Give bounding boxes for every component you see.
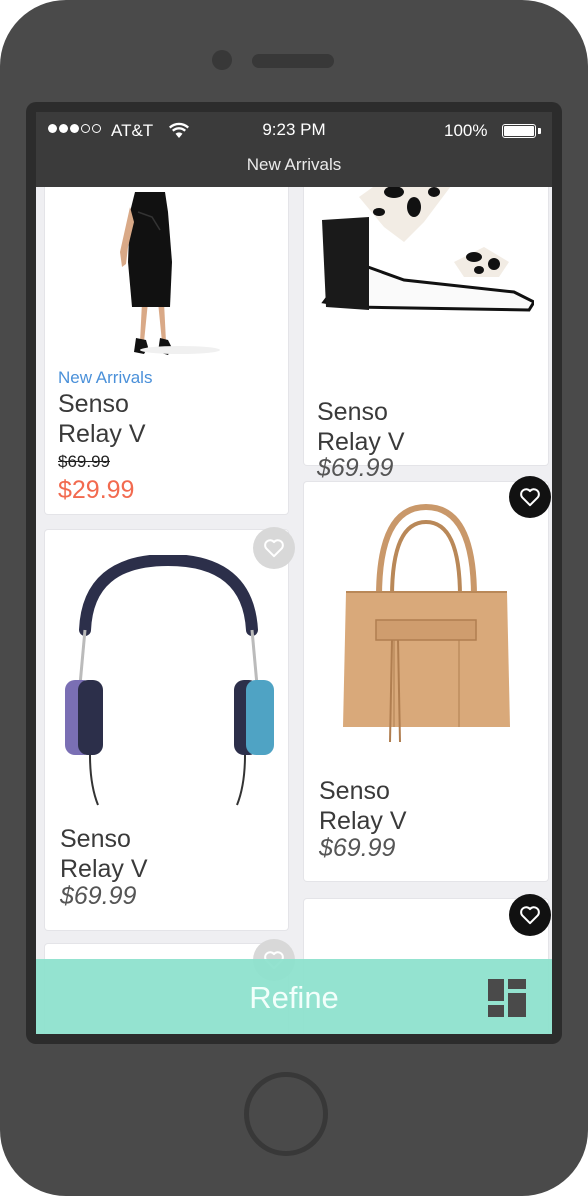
screen: AT&T 9:23 PM 100% New Arrivals New Arriv…: [36, 112, 552, 1034]
product-name-line: Relay V: [58, 420, 146, 448]
original-price: $69.99: [58, 452, 110, 471]
product-card[interactable]: New Arrivals Senso Relay V $69.99 $29.99: [45, 152, 288, 514]
headphones-image: [65, 555, 274, 806]
product-name-line: Senso: [319, 777, 390, 805]
product-name-line: Relay V: [60, 855, 148, 883]
product-name-line: Relay V: [317, 428, 405, 456]
product-name: Senso Relay V: [317, 397, 405, 457]
heart-outline-icon: [520, 488, 540, 507]
battery-icon: [502, 124, 536, 138]
product-price: $69.99: [317, 454, 394, 482]
app-header: AT&T 9:23 PM 100% New Arrivals: [36, 112, 552, 187]
home-button[interactable]: [244, 1072, 328, 1156]
heart-outline-icon: [264, 539, 284, 558]
refine-button[interactable]: Refine: [36, 959, 552, 1034]
product-name-line: Relay V: [319, 807, 407, 835]
favorite-button[interactable]: [509, 476, 551, 518]
product-card[interactable]: Senso Relay V $69.99: [304, 482, 548, 881]
tan-tote-image: [343, 503, 510, 743]
product-card[interactable]: Senso Relay V $69.99: [45, 527, 295, 930]
battery-percentage: 100%: [444, 121, 488, 140]
phone-frame: AT&T 9:23 PM 100% New Arrivals New Arriv…: [0, 0, 588, 1196]
sale-price: $29.99: [58, 476, 135, 504]
refine-label: Refine: [249, 980, 339, 1015]
page-title: New Arrivals: [246, 155, 342, 174]
favorite-button[interactable]: [253, 527, 295, 569]
product-name: Senso Relay V: [319, 776, 407, 836]
product-name: Senso Relay V: [60, 824, 148, 884]
product-name-line: Senso: [58, 390, 129, 418]
new-arrivals-tag: New Arrivals: [58, 368, 153, 387]
product-name: Senso Relay V: [58, 389, 146, 449]
layout-grid-icon[interactable]: [488, 979, 526, 1017]
product-name-line: Senso: [317, 398, 388, 426]
product-name-line: Senso: [60, 825, 131, 853]
product-card[interactable]: Senso Relay V $69.99: [304, 152, 548, 482]
front-camera: [212, 50, 232, 70]
product-price: $69.99: [60, 882, 137, 910]
earpiece-speaker: [252, 54, 334, 68]
product-price: $69.99: [319, 834, 396, 862]
heart-outline-icon: [520, 906, 540, 925]
status-bar: AT&T 9:23 PM 100%: [36, 112, 552, 150]
battery-tip: [538, 128, 541, 134]
favorite-button[interactable]: [509, 894, 551, 936]
